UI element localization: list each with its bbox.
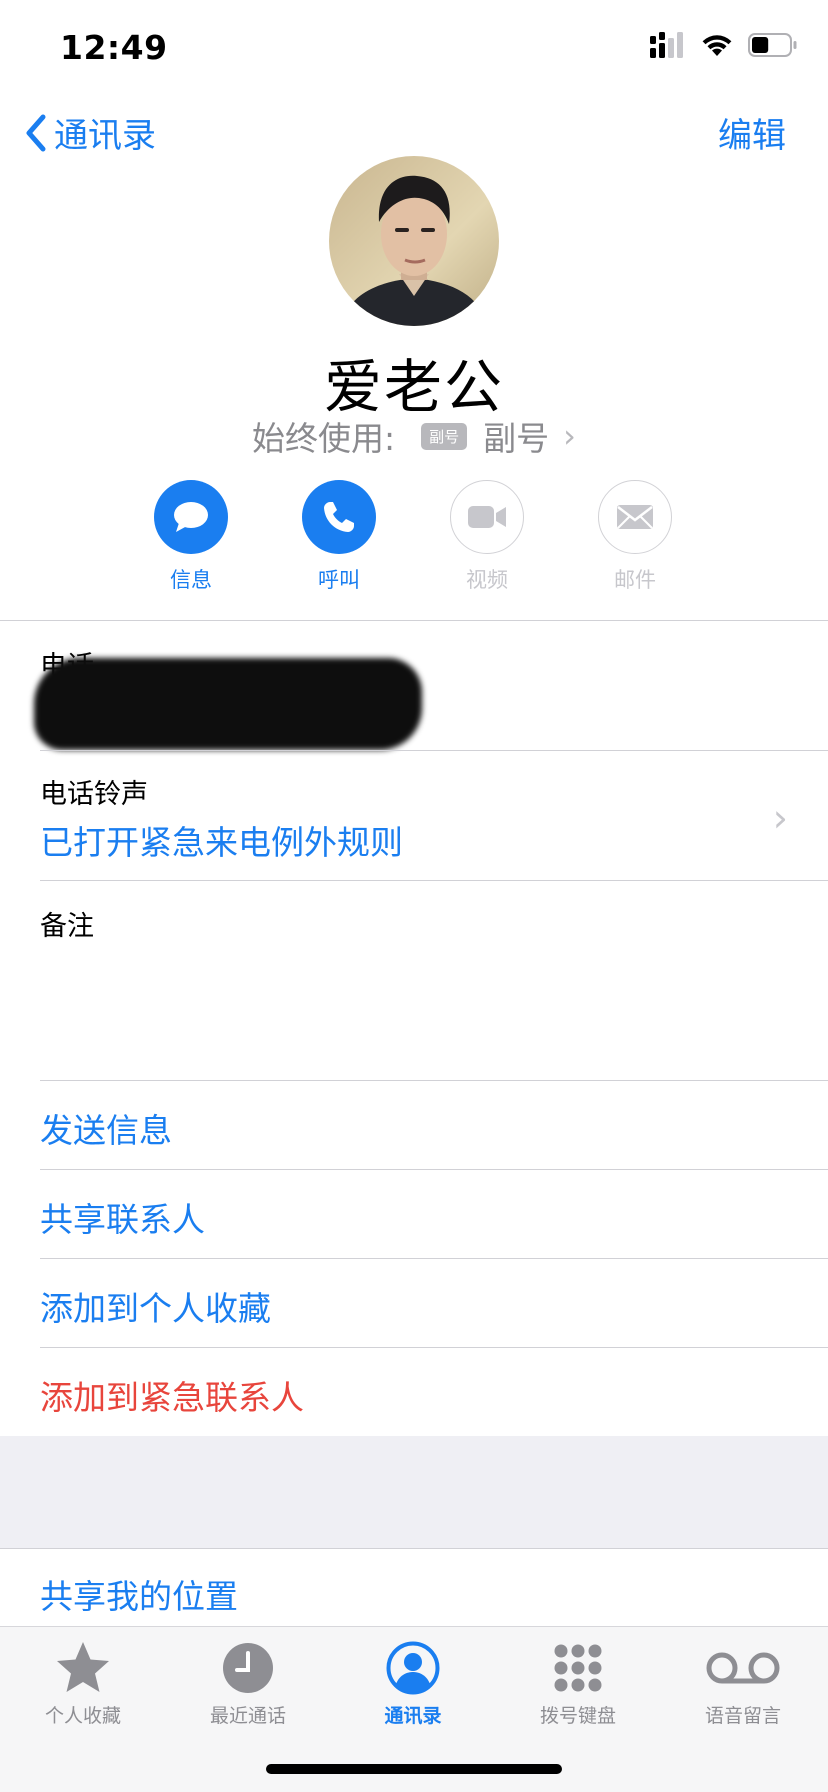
mail-action-button[interactable]: 邮件 [580, 480, 690, 594]
quick-actions: 信息 呼叫 视频 邮件 [0, 480, 828, 592]
video-action-button[interactable]: 视频 [432, 480, 542, 594]
video-camera-icon [468, 506, 506, 528]
row-divider [40, 1347, 828, 1348]
call-action-button[interactable]: 呼叫 [284, 480, 394, 594]
chevron-right-icon: › [772, 796, 788, 840]
ringtone-field-label: 电话铃声 [40, 779, 148, 810]
tab-recents[interactable]: 最近通话 [173, 1637, 323, 1728]
contact-avatar[interactable] [329, 156, 499, 326]
status-time: 12:49 [60, 28, 168, 67]
tab-voicemail-label: 语音留言 [704, 1705, 781, 1727]
status-bar: 12:49 [0, 0, 828, 100]
keypad-icon [554, 1644, 602, 1692]
tab-contacts[interactable]: 通讯录 [338, 1637, 488, 1728]
share-contact-row[interactable]: 共享联系人 [40, 1193, 205, 1241]
battery-icon [748, 33, 797, 57]
row-divider [40, 1169, 828, 1170]
tab-voicemail[interactable]: 语音留言 [668, 1637, 818, 1728]
add-to-favorites-row[interactable]: 添加到个人收藏 [40, 1282, 271, 1330]
share-my-location-row[interactable]: 共享我的位置 [40, 1570, 238, 1618]
send-message-row[interactable]: 发送信息 [40, 1104, 172, 1152]
clock-icon [223, 1643, 273, 1693]
tab-keypad[interactable]: 拨号键盘 [503, 1637, 653, 1728]
star-icon [57, 1642, 109, 1692]
mail-action-circle [598, 480, 672, 554]
section-spacer [0, 1436, 828, 1548]
tab-contacts-label: 通讯录 [384, 1705, 442, 1727]
home-indicator[interactable] [266, 1764, 562, 1774]
phone-divider [40, 750, 828, 751]
avatar-photo [329, 156, 499, 326]
phone-icon [324, 502, 354, 532]
default-line-label: 始终使用: [252, 419, 396, 458]
message-action-label: 信息 [170, 568, 212, 592]
tab-recents-label: 最近通话 [209, 1705, 286, 1727]
video-action-label: 视频 [466, 568, 508, 592]
sim-line-name: 副号 [483, 419, 550, 458]
ringtone-value: 已打开紧急来电例外规则 [40, 823, 403, 862]
ringtone-divider [40, 880, 828, 881]
row-divider [40, 1258, 828, 1259]
back-button[interactable]: 通讯录 [24, 108, 156, 157]
add-to-emergency-contacts-row[interactable]: 添加到紧急联系人 [40, 1371, 304, 1419]
contacts-person-icon [386, 1641, 440, 1695]
chevron-left-icon [26, 114, 46, 151]
wifi-icon [702, 35, 732, 56]
tab-keypad-label: 拨号键盘 [539, 1705, 616, 1727]
sim-badge: 副号 [421, 422, 468, 450]
back-button-label: 通讯录 [54, 116, 156, 156]
voicemail-icon [706, 1652, 780, 1684]
message-action-circle [154, 480, 228, 554]
envelope-icon [617, 505, 653, 529]
call-action-circle [302, 480, 376, 554]
video-action-circle [450, 480, 524, 554]
cellular-signal-icon [650, 32, 683, 58]
default-line-selector[interactable]: 始终使用: 副号 副号 › [0, 412, 828, 460]
call-action-label: 呼叫 [318, 568, 360, 592]
section-divider [0, 1548, 828, 1549]
notes-field-label: 备注 [40, 911, 94, 942]
phone-number-redaction [34, 658, 422, 750]
message-action-button[interactable]: 信息 [136, 480, 246, 594]
message-bubble-icon [174, 502, 208, 532]
mail-action-label: 邮件 [614, 568, 656, 592]
contact-detail-screen: 12:49 通讯录 编辑 爱老公 始终使用: 副号 副号 › 信息 呼叫 视频 … [0, 0, 828, 1792]
edit-button[interactable]: 编辑 [718, 108, 786, 157]
header-divider [0, 620, 828, 621]
tab-favorites-label: 个人收藏 [44, 1705, 121, 1727]
chevron-right-icon: › [563, 417, 576, 455]
tab-favorites[interactable]: 个人收藏 [8, 1637, 158, 1728]
notes-divider [40, 1080, 828, 1081]
status-icons [650, 32, 798, 58]
